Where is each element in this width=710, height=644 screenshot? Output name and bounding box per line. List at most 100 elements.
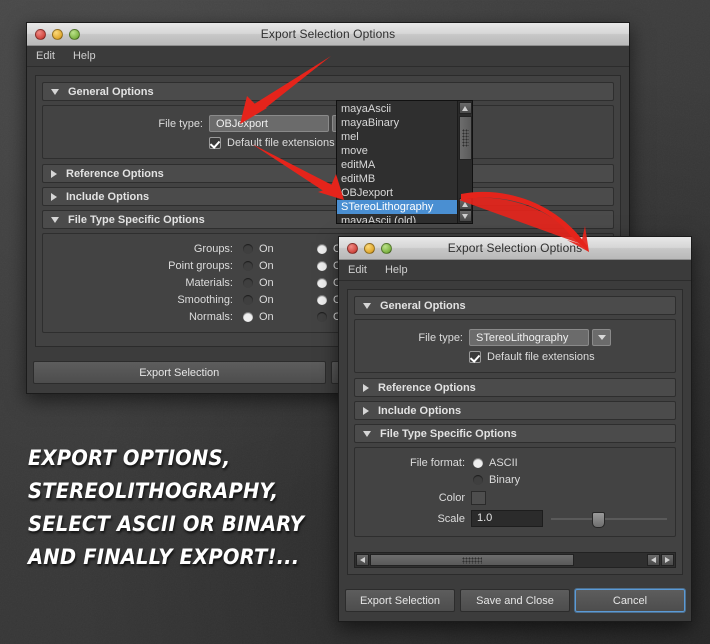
section-title: Reference Options	[66, 168, 164, 180]
hscroll-track[interactable]	[370, 554, 646, 566]
section-header-general-options-front[interactable]: General Options	[354, 296, 676, 315]
section-header-reference-options-front[interactable]: Reference Options	[354, 378, 676, 397]
chevron-right-icon	[363, 384, 369, 392]
section-header-reference-options-back[interactable]: Reference Options	[42, 164, 614, 183]
radio-normals-on-label: On	[259, 311, 274, 323]
file-type-specific-content-front: File format: ASCII Binary Color Scale	[354, 447, 676, 537]
menubar-front[interactable]: Edit Help	[339, 260, 691, 281]
radio-smoothing-on[interactable]	[243, 295, 253, 305]
grip-dots-icon	[462, 557, 482, 564]
traffic-lights-back[interactable]	[35, 29, 80, 40]
close-button-icon[interactable]	[35, 29, 46, 40]
export-selection-button-back[interactable]: Export Selection	[33, 361, 326, 384]
hscrollbar-thumb[interactable]	[370, 554, 574, 566]
save-and-close-button-front[interactable]: Save and Close	[460, 589, 570, 612]
scrollbar-thumb[interactable]	[459, 116, 472, 160]
titlebar-front[interactable]: Export Selection Options	[339, 237, 691, 260]
file-type-value-front[interactable]: STereoLithography	[469, 329, 589, 346]
titlebar-back[interactable]: Export Selection Options	[27, 23, 629, 46]
cancel-button-front[interactable]: Cancel	[575, 589, 685, 612]
dropdown-item-editmb[interactable]: editMB	[337, 172, 457, 186]
scroll-left-arrow-icon-2[interactable]	[647, 554, 660, 566]
default-file-extensions-checkbox-back[interactable]	[209, 137, 221, 149]
section-header-include-options-back[interactable]: Include Options	[42, 187, 614, 206]
radio-normals-off[interactable]	[317, 312, 327, 322]
section-header-file-type-specific-front[interactable]: File Type Specific Options	[354, 424, 676, 443]
minimize-button-icon[interactable]	[364, 243, 375, 254]
default-file-extensions-label-back: Default file extensions	[227, 137, 335, 149]
section-title: General Options	[68, 86, 154, 98]
default-file-extensions-label-front: Default file extensions	[487, 351, 595, 363]
radio-smoothing-off[interactable]	[317, 295, 327, 305]
chevron-right-icon	[363, 407, 369, 415]
dropdown-item-mel[interactable]: mel	[337, 130, 457, 144]
radio-normals-on[interactable]	[243, 312, 253, 322]
menu-help-front[interactable]: Help	[385, 264, 408, 276]
file-type-dropdown-list[interactable]: mayaAscii mayaBinary mel move editMA edi…	[336, 100, 473, 224]
scale-input[interactable]: 1.0	[471, 510, 543, 527]
scroll-down-arrow-icon[interactable]	[459, 210, 472, 222]
chevron-right-icon	[51, 170, 57, 178]
option-label: Point groups:	[51, 260, 233, 272]
color-swatch[interactable]	[471, 491, 486, 505]
color-label: Color	[363, 492, 465, 504]
menu-help-back[interactable]: Help	[73, 50, 96, 62]
window-body-front: General Options File type: STereoLithogr…	[339, 281, 691, 583]
radio-file-format-binary[interactable]	[473, 475, 483, 485]
scroll-left-arrow-icon[interactable]	[356, 554, 369, 566]
slider-thumb[interactable]	[592, 512, 605, 528]
caption-line-3: select ASCII or binary	[28, 508, 307, 541]
section-header-file-type-specific-back[interactable]: File Type Specific Options	[42, 210, 614, 229]
minimize-button-icon[interactable]	[52, 29, 63, 40]
radio-file-format-ascii[interactable]	[473, 458, 483, 468]
chevron-down-icon[interactable]	[592, 329, 611, 346]
general-options-content-front: File type: STereoLithography Default fil…	[354, 319, 676, 373]
zoom-button-icon[interactable]	[69, 29, 80, 40]
menu-edit-back[interactable]: Edit	[36, 50, 55, 62]
file-type-label-back: File type:	[51, 118, 203, 130]
dropdown-item-move[interactable]: move	[337, 144, 457, 158]
radio-point-groups-off[interactable]	[317, 261, 327, 271]
radio-materials-off[interactable]	[317, 278, 327, 288]
traffic-lights-front[interactable]	[347, 243, 392, 254]
menu-edit-front[interactable]: Edit	[348, 264, 367, 276]
default-extensions-row-back: Default file extensions	[51, 137, 605, 149]
dropdown-vertical-scrollbar[interactable]	[457, 101, 472, 223]
radio-groups-on[interactable]	[243, 244, 253, 254]
caption-line-1: Export options,	[28, 442, 307, 475]
export-selection-options-window-front[interactable]: Export Selection Options Edit Help Gener…	[338, 236, 692, 622]
radio-materials-on[interactable]	[243, 278, 253, 288]
export-selection-button-front[interactable]: Export Selection	[345, 589, 455, 612]
scroll-up-arrow-icon-2[interactable]	[459, 198, 472, 210]
section-title: File Type Specific Options	[68, 214, 205, 226]
dropdown-item-mayaascii-old[interactable]: mayaAscii (old)	[337, 214, 457, 224]
section-header-general-options-back[interactable]: General Options	[42, 82, 614, 101]
file-type-option-menu-back[interactable]: OBJexport	[209, 115, 351, 132]
scroll-up-arrow-icon[interactable]	[459, 102, 472, 114]
radio-point-groups-on[interactable]	[243, 261, 253, 271]
scale-slider[interactable]	[551, 510, 667, 527]
dropdown-item-objexport[interactable]: OBJexport	[337, 186, 457, 200]
section-title: File Type Specific Options	[380, 428, 517, 440]
menubar-back[interactable]: Edit Help	[27, 46, 629, 67]
dropdown-item-mayaascii[interactable]: mayaAscii	[337, 102, 457, 116]
zoom-button-icon[interactable]	[381, 243, 392, 254]
default-file-extensions-checkbox-front[interactable]	[469, 351, 481, 363]
scroll-right-arrow-icon[interactable]	[661, 554, 674, 566]
close-button-icon[interactable]	[347, 243, 358, 254]
dropdown-item-mayabinary[interactable]: mayaBinary	[337, 116, 457, 130]
window-title-back: Export Selection Options	[27, 27, 629, 41]
dropdown-item-stereolithography[interactable]: STereoLithography	[337, 200, 457, 214]
dropdown-items[interactable]: mayaAscii mayaBinary mel move editMA edi…	[337, 101, 457, 223]
file-type-option-menu-front[interactable]: STereoLithography	[469, 329, 611, 346]
caption-line-4: and finally export!...	[28, 541, 307, 574]
section-header-include-options-front[interactable]: Include Options	[354, 401, 676, 420]
radio-groups-off[interactable]	[317, 244, 327, 254]
file-type-value-back[interactable]: OBJexport	[209, 115, 329, 132]
section-title: General Options	[380, 300, 466, 312]
radio-smoothing-on-label: On	[259, 294, 274, 306]
radio-materials-on-label: On	[259, 277, 274, 289]
dropdown-item-editma[interactable]: editMA	[337, 158, 457, 172]
option-label: Groups:	[51, 243, 233, 255]
horizontal-scrollbar-front[interactable]	[354, 552, 676, 568]
